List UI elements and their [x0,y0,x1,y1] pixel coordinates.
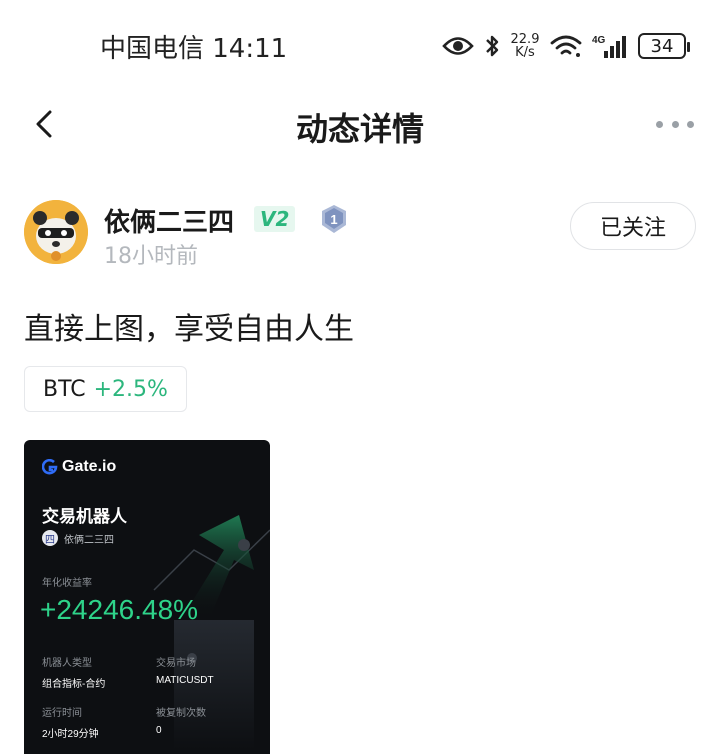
brand-name: Gate.io [62,458,117,475]
avatar[interactable] [24,200,88,264]
market-value: MATICUSDT [156,675,214,686]
card-user-name: 依俩二三四 [64,534,114,546]
market-label: 交易市场 [156,658,196,669]
network-type: 4G [592,35,606,46]
net-speed: 22.9 K/s [510,32,540,60]
wifi-icon [550,35,582,57]
eye-icon [442,37,474,55]
page-title: 动态详情 [295,110,424,148]
bot-type-label: 机器人类型 [42,658,92,669]
status-icons: 22.9 K/s 4G 34 [442,28,690,64]
panda-avatar-icon [24,200,88,264]
author-name[interactable]: 依俩二三四 [104,202,234,239]
card-user-avatar: 四 [42,530,58,546]
coin-change: +2.5% [93,376,168,402]
bluetooth-icon [486,35,499,57]
coin-tag[interactable]: BTC +2.5% [24,366,187,412]
level-shield-icon: 1 [322,205,346,233]
coin-symbol: BTC [43,376,86,402]
post-text: 直接上图，享受自由人生 [24,312,354,347]
card-title: 交易机器人 [42,507,127,526]
shared-bot-card[interactable]: Gate.io 交易机器人 四 依俩二三四 年化收益率 +24246.48% 机… [24,440,270,754]
copies-value: 0 [156,725,162,736]
status-bar: 中国电信 14:11 22.9 K/s 4G 34 [0,0,720,90]
return-value: +24246.48% [40,594,199,625]
card-user: 四 依俩二三四 [42,530,114,546]
runtime-value: 2小时29分钟 [42,729,99,740]
level-number: 1 [330,212,337,227]
more-button[interactable] [656,116,694,132]
carrier-time: 中国电信 14:11 [100,34,288,64]
signal-icon: 4G [592,35,626,58]
runtime-label: 运行时间 [42,708,82,719]
more-dots-icon [656,120,663,128]
gate-logo-icon [42,459,58,475]
author-row: 依俩二三四 V2 1 18小时前 已关注 [24,200,696,269]
bot-type-value: 组合指标-合约 [42,679,106,690]
return-label: 年化收益率 [42,578,92,589]
copies-label: 被复制次数 [156,708,206,719]
gate-logo: Gate.io [42,458,116,476]
nav-header: 动态详情 [0,90,720,160]
post-time: 18小时前 [104,244,198,269]
battery-icon: 34 [638,33,690,59]
vip-badge: V2 [254,206,296,232]
follow-button[interactable]: 已关注 [570,202,696,250]
